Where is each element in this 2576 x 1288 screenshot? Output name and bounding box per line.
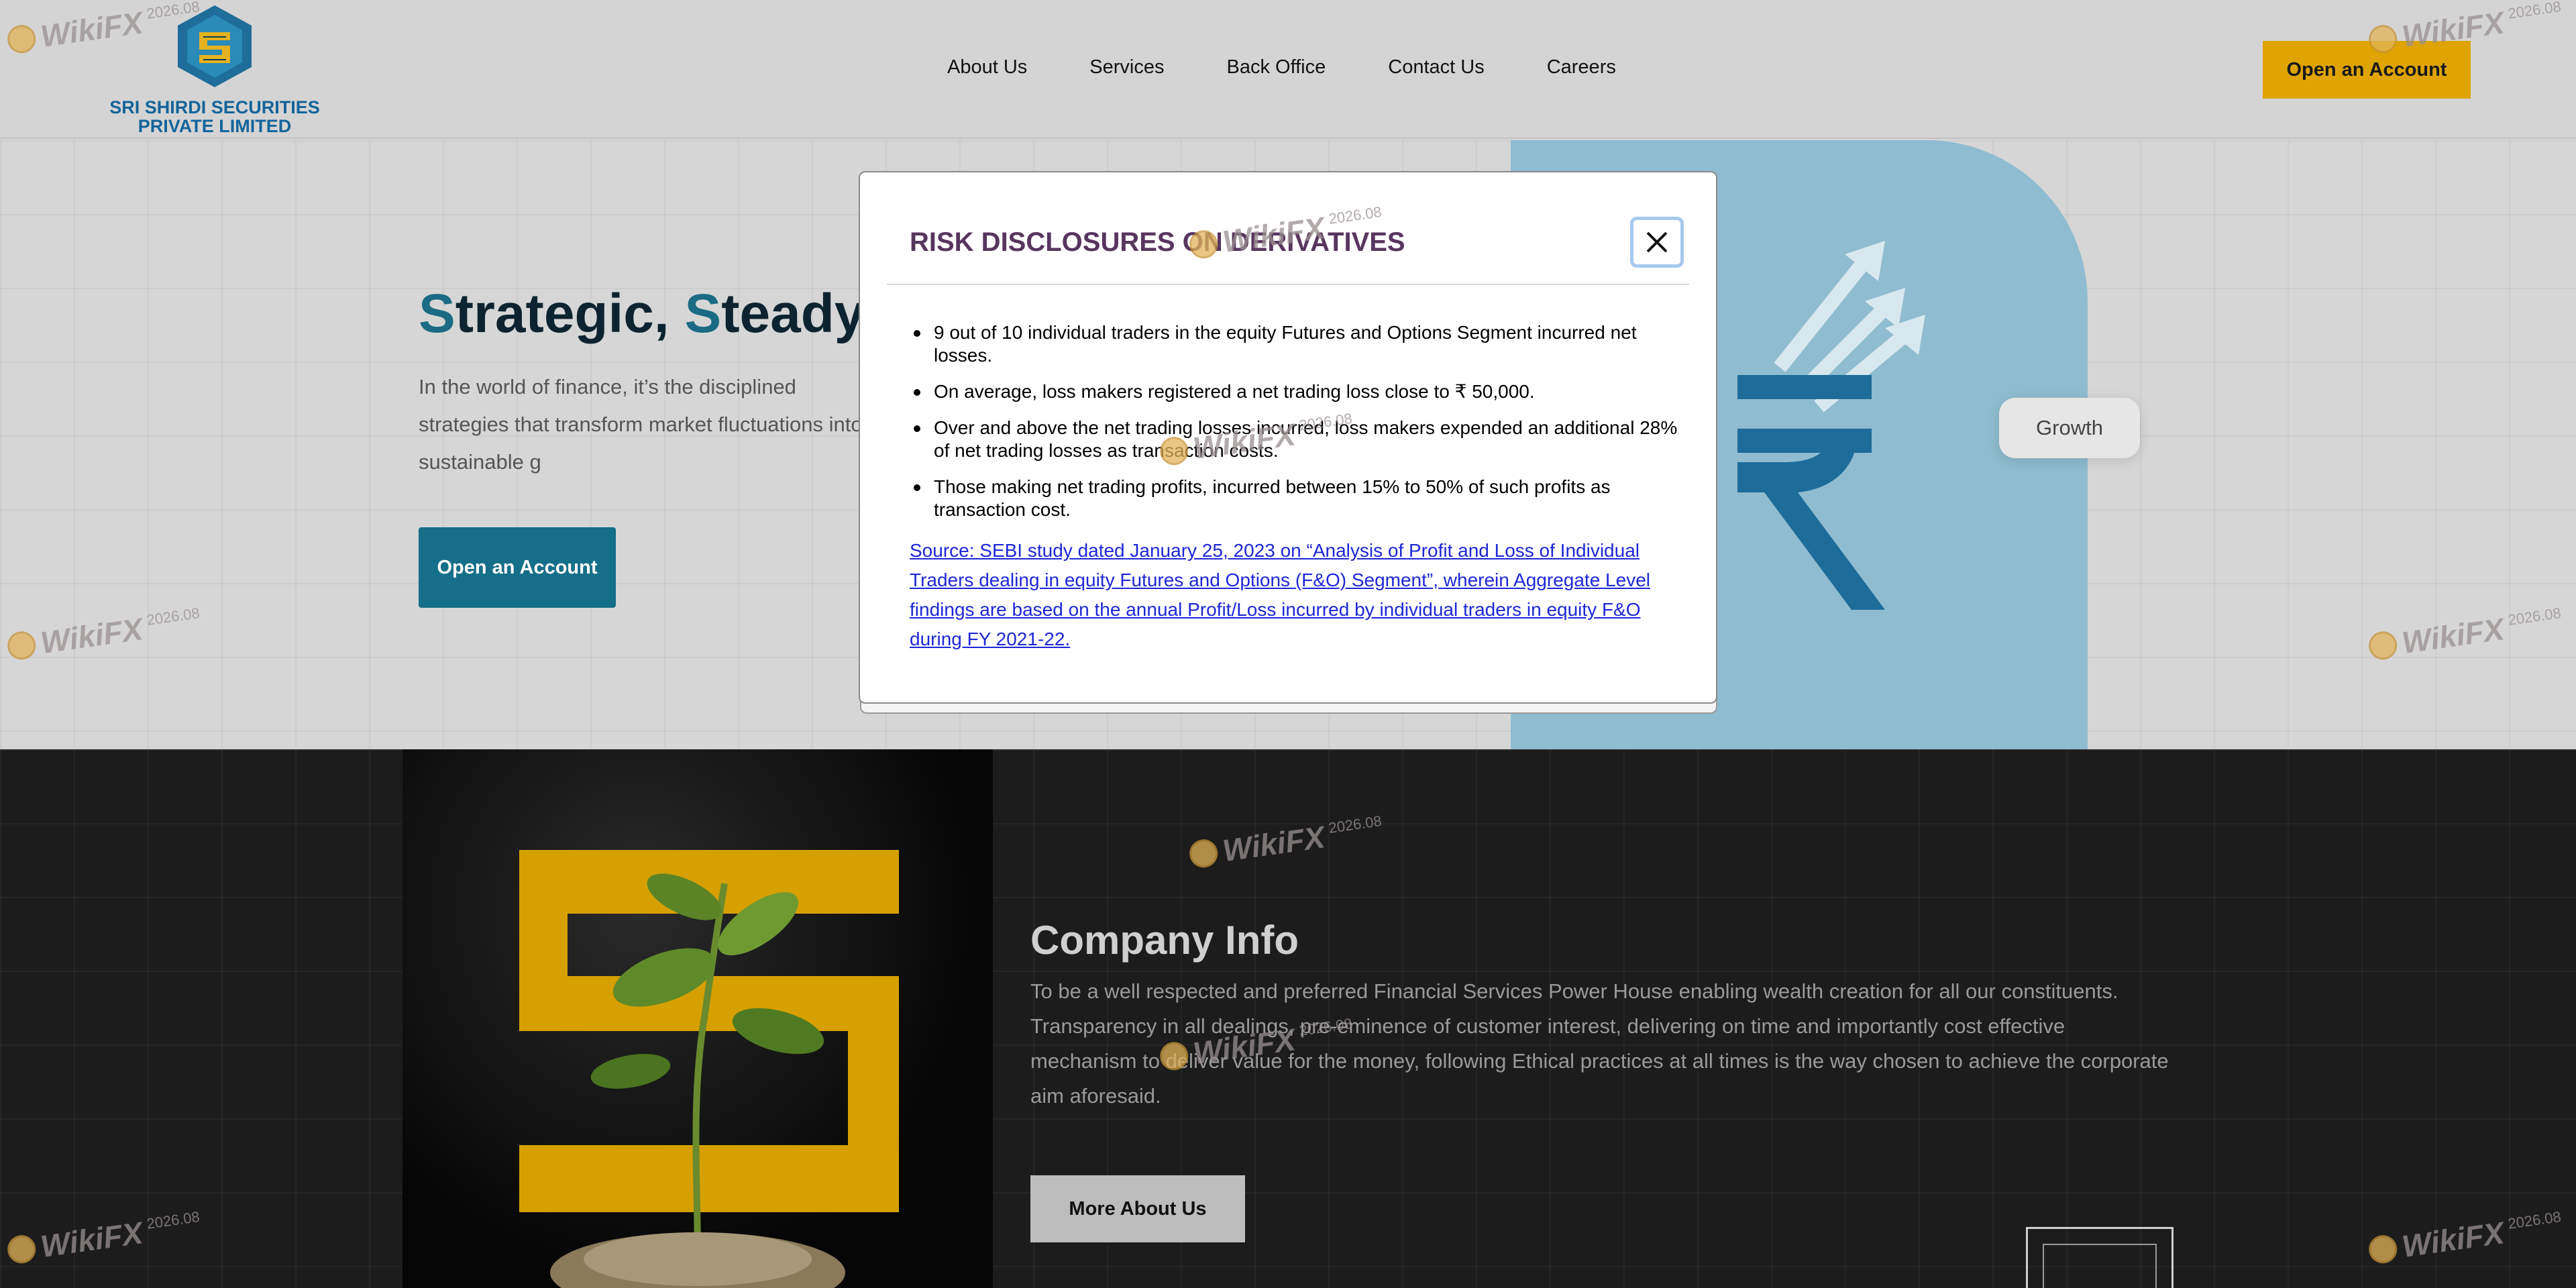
watermark-year: 2026.08 (2506, 604, 2563, 629)
watermark-logo-icon (5, 1233, 38, 1266)
main-nav: About Us Services Back Office Contact Us… (947, 56, 1678, 83)
frame-inner (2043, 1244, 2157, 1288)
hero-title-word-1: trategic, (455, 283, 685, 344)
watermark-year: 2026.08 (1327, 812, 1383, 837)
watermark-logo-icon (1158, 1040, 1190, 1073)
company-info-title: Company Info (1030, 918, 1299, 963)
hero-description: In the world of finance, it’s the discip… (419, 375, 863, 474)
nav-services[interactable]: Services (1089, 56, 1164, 83)
watermark-year: 2026.08 (145, 604, 201, 629)
hero-open-account-button[interactable]: Open an Account (419, 527, 616, 608)
watermark-logo-icon (5, 23, 38, 56)
watermark-logo-icon (1187, 228, 1220, 261)
risk-item: 9 out of 10 individual traders in the eq… (914, 321, 1678, 367)
watermark-year: 2026.08 (1297, 410, 1354, 434)
company-photo (402, 749, 993, 1288)
risk-item: On average, loss makers registered a net… (914, 380, 1678, 403)
watermark-logo-icon (2367, 629, 2399, 662)
hero-title-letter-2: S (684, 283, 722, 344)
watermark-year: 2026.08 (1327, 203, 1383, 227)
risk-item: Those making net trading profits, incurr… (914, 476, 1678, 521)
nav-about-us[interactable]: About Us (947, 56, 1027, 83)
watermark-logo-icon (1158, 435, 1190, 468)
logo-text: SRI SHIRDI SECURITIES PRIVATE LIMITED (101, 98, 329, 136)
nav-careers[interactable]: Careers (1547, 56, 1616, 83)
watermark-logo-icon (2367, 1233, 2399, 1266)
plant-coins-illustration (519, 850, 899, 1288)
site-header: SRI SHIRDI SECURITIES PRIVATE LIMITED Ab… (0, 0, 2576, 139)
scroll-to-top-frame[interactable] (2026, 1227, 2174, 1288)
header-open-account-button[interactable]: Open an Account (2263, 41, 2471, 99)
logo-line-2: PRIVATE LIMITED (138, 116, 292, 136)
nav-contact-us[interactable]: Contact Us (1388, 56, 1484, 83)
watermark-logo-icon (5, 629, 38, 662)
watermark-year: 2026.08 (2506, 0, 2563, 22)
hero-title-letter-1: S (419, 283, 455, 344)
watermark-year: 2026.08 (2506, 1208, 2563, 1232)
modal-close-button[interactable] (1630, 217, 1684, 268)
hero-title-word-2: teady, (721, 283, 877, 344)
watermark-year: 2026.08 (145, 0, 201, 22)
more-about-us-button[interactable]: More About Us (1030, 1175, 1245, 1242)
logo-line-1: SRI SHIRDI SECURITIES (109, 97, 320, 117)
watermark-year: 2026.08 (145, 1208, 201, 1232)
nav-back-office[interactable]: Back Office (1227, 56, 1326, 83)
growth-badge: Growth (1999, 398, 2140, 458)
watermark-logo-icon (2367, 23, 2399, 56)
hero-title: Strategic, Steady, (419, 282, 876, 345)
watermark-logo-icon (1187, 837, 1220, 870)
close-icon (1646, 231, 1668, 253)
sebi-source-link[interactable]: Source: SEBI study dated January 25, 202… (910, 536, 1668, 654)
watermark-year: 2026.08 (1297, 1015, 1354, 1039)
modal-divider (887, 284, 1689, 285)
